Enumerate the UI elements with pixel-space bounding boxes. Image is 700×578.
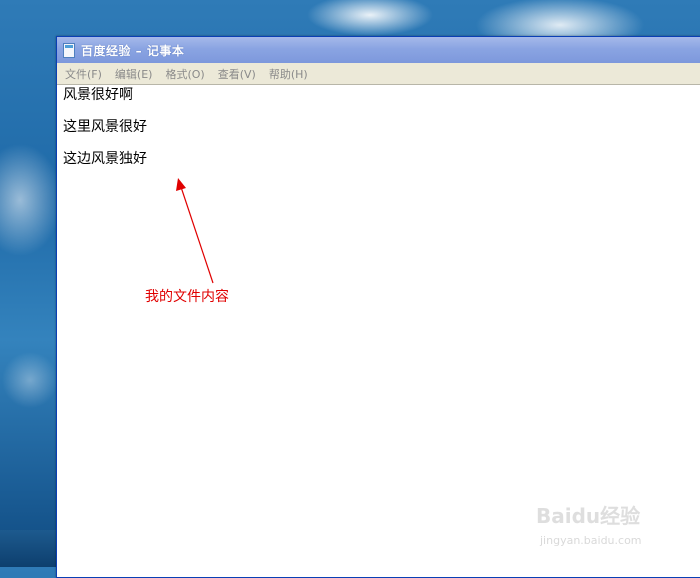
annotation-arrow [176,178,214,284]
watermark-logo: Baidu经验 [536,504,641,528]
desktop-background [0,530,60,567]
title-bar[interactable]: 百度经验 – 记事本 [57,37,700,63]
notepad-icon [63,42,75,58]
menu-edit[interactable]: 编辑(E) [115,66,153,82]
text-editor-area[interactable]: 风景很好啊 这里风景很好 这边风景独好 我的文件内容 [57,85,700,559]
menu-bar: 文件(F) 编辑(E) 格式(O) 查看(V) 帮助(H) [57,63,700,85]
menu-help[interactable]: 帮助(H) [269,66,308,82]
watermark-url: jingyan.baidu.com [540,534,642,547]
menu-format[interactable]: 格式(O) [165,66,204,82]
window-title: 百度经验 – 记事本 [81,43,185,58]
menu-file[interactable]: 文件(F) [65,66,102,82]
notepad-window: 百度经验 – 记事本 文件(F) 编辑(E) 格式(O) 查看(V) 帮助(H)… [56,36,700,578]
menu-view[interactable]: 查看(V) [218,66,256,82]
annotation-label: 我的文件内容 [145,289,229,305]
